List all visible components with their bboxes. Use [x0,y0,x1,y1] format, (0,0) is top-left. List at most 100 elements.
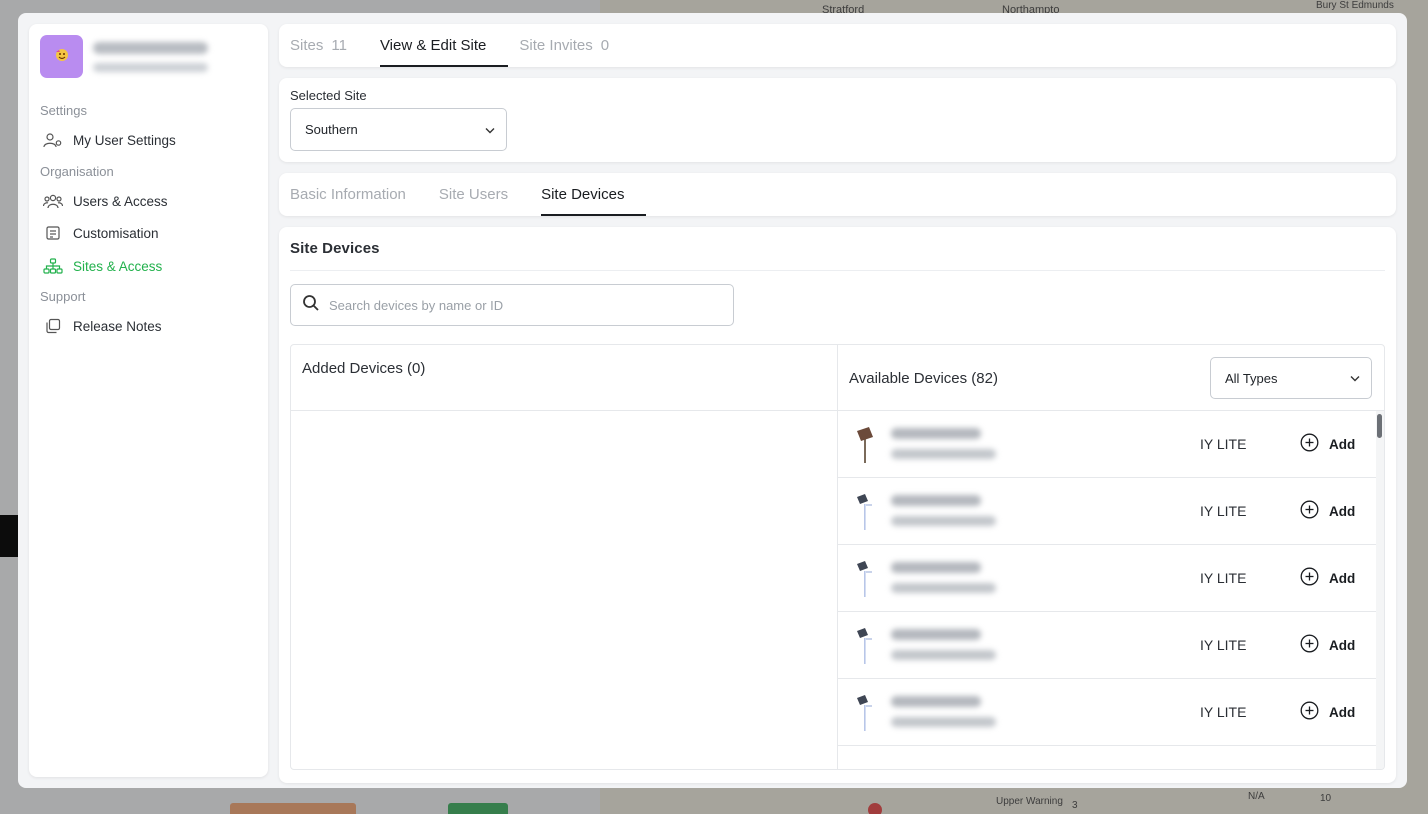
add-device-button[interactable]: Add [1300,567,1355,589]
tab-count: 0 [600,37,610,54]
device-row[interactable]: IY LITE Add [838,478,1378,545]
chevron-down-icon [484,122,496,137]
device-row[interactable]: IY LITE Add [838,411,1378,478]
plus-circle-icon [1300,701,1319,723]
site-devices-title: Site Devices [290,240,380,257]
device-type: IY LITE [1200,637,1247,653]
site-selector-card: Selected Site Southern [279,78,1396,162]
tab-view-edit-site[interactable]: View & Edit Site [379,24,509,67]
selected-site-label: Selected Site [290,88,367,103]
device-thumbnail-icon [852,626,878,664]
avatar [40,35,83,78]
user-name-redacted [93,41,208,54]
device-name-redacted [891,629,981,640]
device-id-redacted [891,449,996,459]
device-row[interactable]: IY LITE Add [838,679,1378,746]
tab-label: Site Invites [519,37,593,54]
scrollbar-track[interactable] [1376,411,1384,769]
user-gear-icon [43,131,63,149]
add-button-label: Add [1329,570,1356,586]
device-type: IY LITE [1200,704,1247,720]
site-sub-tabs-bar: Basic Information Site Users Site Device… [279,173,1396,216]
chevron-down-icon [1349,371,1361,386]
settings-modal: Settings My User Settings Organisation U… [18,13,1407,788]
plus-circle-icon [1300,567,1319,589]
device-row[interactable]: IY LITE Add [838,545,1378,612]
add-device-button[interactable]: Add [1300,634,1355,656]
add-button-label: Add [1329,637,1356,653]
sidebar-item-label: Release Notes [73,318,162,334]
add-button-label: Add [1329,704,1356,720]
device-name-redacted [891,495,981,506]
search-input[interactable] [329,297,709,313]
device-search[interactable] [290,284,734,326]
tab-label: Site Devices [541,186,625,203]
document-icon [43,224,63,242]
device-id-redacted [891,717,996,727]
copy-icon [43,317,63,335]
added-devices-title: Added Devices (0) [302,360,426,377]
device-row[interactable]: IY LITE Add [838,612,1378,679]
tab-site-users[interactable]: Site Users [439,173,519,216]
device-type-filter-value: All Types [1225,370,1278,386]
sidebar-item-label: Users & Access [73,193,168,209]
tab-label: View & Edit Site [379,37,487,54]
selected-site-select[interactable]: Southern [290,108,507,151]
tab-count: 11 [331,37,347,54]
section-label-support: Support [40,289,86,304]
sidebar-item-my-user-settings[interactable]: My User Settings [43,131,176,149]
users-icon [43,192,63,210]
plus-circle-icon [1300,634,1319,656]
top-tabs-bar: Sites 11 View & Edit Site Site Invites 0 [279,24,1396,67]
device-type: IY LITE [1200,436,1247,452]
selected-site-value: Southern [305,122,358,137]
add-device-button[interactable]: Add [1300,433,1355,455]
tab-basic-information[interactable]: Basic Information [290,173,417,216]
plus-circle-icon [1300,433,1319,455]
sidebar-item-label: My User Settings [73,132,176,148]
divider [290,270,1385,271]
device-name-redacted [891,562,981,573]
add-button-label: Add [1329,503,1356,519]
site-devices-panel: Site Devices Added Devices (0) Available… [279,227,1396,783]
sidebar-item-label: Sites & Access [73,258,163,274]
add-device-button[interactable]: Add [1300,500,1355,522]
device-name-redacted [891,428,981,439]
device-thumbnail-icon [852,559,878,597]
tab-site-invites[interactable]: Site Invites 0 [519,24,620,67]
added-devices-column: Added Devices (0) [291,345,838,769]
device-thumbnail-icon [852,693,878,731]
sidebar-item-users-access[interactable]: Users & Access [43,192,168,210]
device-id-redacted [891,583,996,593]
device-type: IY LITE [1200,570,1247,586]
sidebar-item-release-notes[interactable]: Release Notes [43,317,162,335]
device-type-filter[interactable]: All Types [1210,357,1372,399]
tab-site-devices[interactable]: Site Devices [541,173,647,216]
section-label-settings: Settings [40,103,87,118]
tab-sites[interactable]: Sites 11 [290,24,358,67]
sidebar-item-label: Customisation [73,225,159,241]
sidebar-item-sites-access[interactable]: Sites & Access [43,257,162,275]
available-devices-title: Available Devices (82) [849,370,998,387]
device-id-redacted [891,650,996,660]
tab-label: Site Users [438,186,509,203]
sitemap-icon [43,257,63,275]
tab-label: Sites [290,37,324,54]
user-profile[interactable] [40,35,208,78]
device-type: IY LITE [1200,503,1247,519]
add-device-button[interactable]: Add [1300,701,1355,723]
available-devices-header: Available Devices (82) All Types [838,345,1384,411]
sidebar-item-customisation[interactable]: Customisation [43,224,159,242]
device-thumbnail-icon [852,492,878,530]
user-emoji-icon [53,46,71,67]
device-id-redacted [891,516,996,526]
section-label-organisation: Organisation [40,164,114,179]
device-thumbnail-icon [852,425,878,463]
scrollbar-thumb[interactable] [1377,414,1382,438]
tab-label: Basic Information [290,186,406,203]
device-name-redacted [891,696,981,707]
plus-circle-icon [1300,500,1319,522]
search-icon [302,294,320,317]
added-devices-header: Added Devices (0) [291,345,837,411]
user-email-redacted [93,62,208,72]
